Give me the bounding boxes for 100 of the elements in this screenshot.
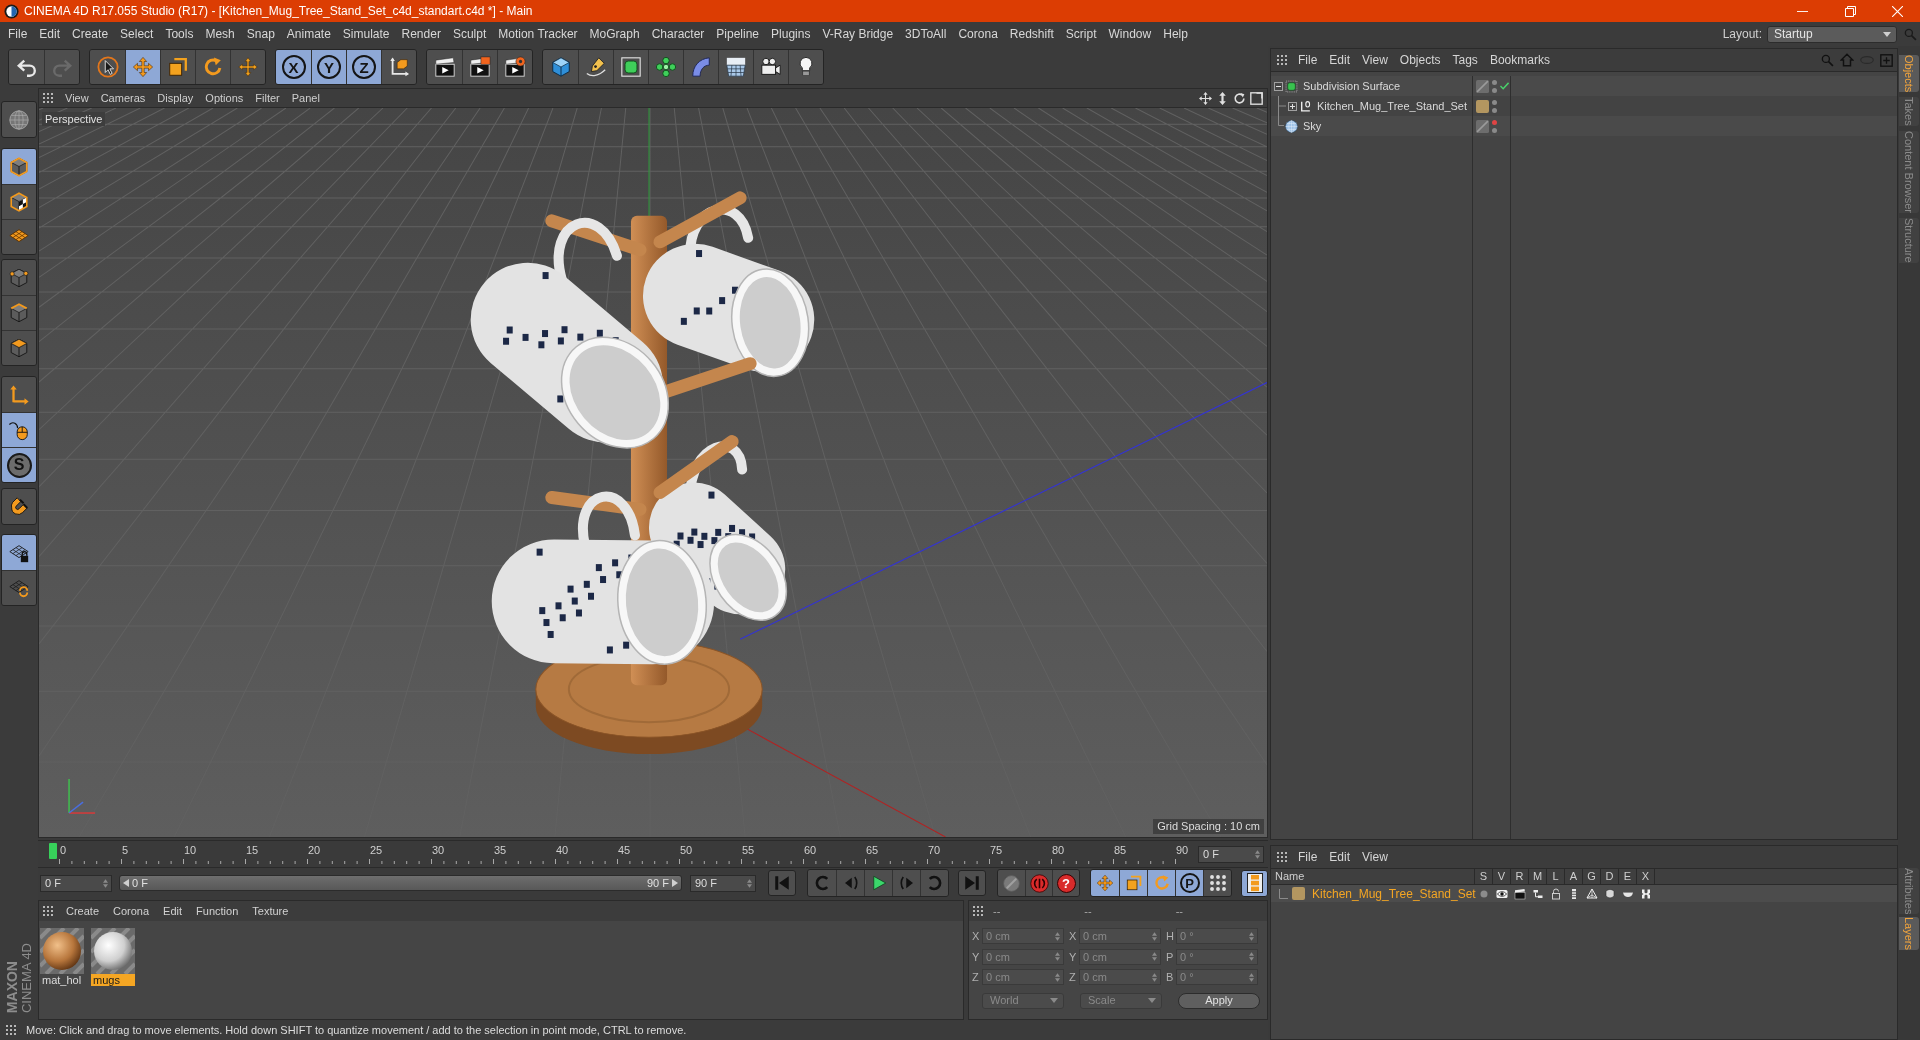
column-header[interactable]: D [1601,869,1619,884]
material-name[interactable]: mugs [91,974,135,986]
menu-item[interactable]: File [8,25,28,43]
menu-item[interactable]: Animate [286,25,331,43]
frame-range-slider[interactable]: 0 F 90 F [119,875,682,891]
column-header[interactable]: X [1637,869,1655,884]
material-thumbnail[interactable] [40,928,84,974]
menu-item[interactable]: Help [1163,25,1188,43]
side-tab[interactable]: Objects [1899,55,1919,93]
keyframe-button[interactable] [998,870,1025,896]
viewport-menu-item[interactable]: Panel [291,89,320,107]
column-header[interactable]: E [1619,869,1637,884]
layer-swatch-icon[interactable] [1292,887,1305,900]
grip-icon[interactable] [973,906,983,916]
column-header[interactable]: M [1529,869,1547,884]
rotate-tool-button[interactable] [195,50,230,84]
column-header[interactable]: S [1475,869,1493,884]
column-header[interactable]: L [1547,869,1565,884]
object-menu-item[interactable]: Objects [1399,51,1441,69]
subdivision-surface-button[interactable] [613,50,648,84]
texture-mode-button[interactable] [2,184,36,219]
coordinate-system-button[interactable] [381,50,416,84]
right-arrow-icon[interactable] [672,879,678,887]
viewport-menu-item[interactable]: Filter [255,89,280,107]
go-to-start-button[interactable] [768,870,796,896]
viewport-menu-item[interactable]: Display [157,89,194,107]
axis-lock-button[interactable]: X [276,50,311,84]
cloner-button[interactable] [648,50,683,84]
tweak-mode-button[interactable] [2,412,36,447]
menu-item[interactable]: Tools [165,25,194,43]
light-object-button[interactable] [788,50,823,84]
key-scale-button[interactable] [1119,870,1147,896]
no-layer-icon[interactable] [1476,119,1489,133]
grip-icon[interactable] [1277,852,1287,862]
left-arrow-icon[interactable] [123,879,129,887]
play-button[interactable] [864,870,892,896]
workplane-mode-button[interactable] [2,219,36,254]
menu-item[interactable]: Render [401,25,441,43]
column-header[interactable]: R [1511,869,1529,884]
bent-cube-icon[interactable] [1604,887,1616,900]
menu-item[interactable]: Simulate [342,25,390,43]
eye-icon[interactable] [1496,887,1508,900]
hierarchy-icon[interactable] [1532,887,1544,900]
snap-button[interactable] [1,488,37,525]
recent-tool-button[interactable] [230,50,265,84]
material-menu-item[interactable]: Create [66,902,100,920]
pyramid-icon[interactable] [1586,887,1598,900]
layer-swatch-icon[interactable] [1476,99,1489,113]
viewport-menu-item[interactable]: Cameras [100,89,146,107]
menu-item[interactable]: Redshift [1009,25,1054,43]
axis-lock-button[interactable]: Y [311,50,346,84]
column-header[interactable]: V [1493,869,1511,884]
key-point-level-button[interactable] [1203,870,1231,896]
unlocked-icon[interactable] [1550,887,1562,900]
record-button[interactable] [1025,870,1052,896]
spinner-icon[interactable] [747,878,752,888]
material-name[interactable]: mat_hol [40,974,84,986]
object-menu-item[interactable]: View [1362,51,1388,69]
column-header[interactable]: A [1565,869,1583,884]
column-header[interactable]: Name [1271,869,1475,884]
axis-mode-button[interactable] [2,377,36,412]
autokey-button[interactable]: ? [1052,870,1079,896]
check-icon[interactable] [1500,82,1509,90]
axis-lock-button[interactable]: Z [346,50,381,84]
collapse-icon[interactable] [1274,81,1283,91]
render-settings-button[interactable] [497,50,532,84]
menu-item[interactable]: Pipeline [716,25,760,43]
maximize-icon[interactable] [1250,91,1263,105]
edges-mode-button[interactable] [2,295,36,330]
clapperboard-icon[interactable] [1514,887,1526,900]
orbit-icon[interactable] [1233,91,1246,105]
menu-item[interactable]: Script [1065,25,1097,43]
object-row[interactable]: Subdivision Surface [1271,76,1897,96]
move-tool-button[interactable] [125,50,160,84]
key-rotation-button[interactable] [1147,870,1175,896]
cube-object-button[interactable] [543,50,578,84]
menu-item[interactable]: Edit [39,25,61,43]
menu-item[interactable]: MoGraph [589,25,640,43]
object-menu-item[interactable]: Edit [1329,51,1351,69]
menu-item[interactable]: 3DToAll [905,25,947,43]
no-layer-icon[interactable] [1476,79,1489,93]
object-menu-item[interactable]: Tags [1452,51,1478,69]
layer-menu-item[interactable]: View [1362,848,1388,866]
layer-menu-item[interactable]: File [1298,848,1318,866]
layer-row[interactable]: Kitchen_Mug_Tree_Stand_Set [1271,885,1897,902]
spline-pen-button[interactable] [578,50,613,84]
layout-dropdown[interactable]: Startup [1767,25,1897,43]
undo-button[interactable] [9,50,44,84]
move-arrows-icon[interactable] [1199,91,1212,105]
menu-item[interactable]: Create [72,25,109,43]
points-mode-button[interactable] [2,260,36,295]
menu-item[interactable]: Corona [958,25,998,43]
xref-icon[interactable] [1640,887,1652,900]
material-menu-item[interactable]: Corona [113,902,150,920]
menu-item[interactable]: Window [1108,25,1152,43]
menu-item[interactable]: Mesh [205,25,235,43]
scale-tool-button[interactable] [160,50,195,84]
render-picture-viewer-button[interactable] [462,50,497,84]
current-frame-field[interactable]: 0 F [1198,845,1264,863]
lock-workplane-button[interactable] [2,535,36,570]
